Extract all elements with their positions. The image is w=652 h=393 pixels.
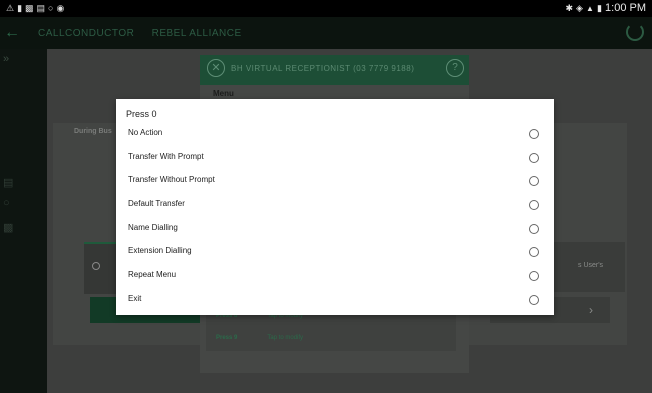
breadcrumb-item[interactable]: CALLCONDUCTOR: [38, 28, 134, 39]
option-default-transfer[interactable]: Default Transfer: [116, 194, 554, 217]
radio-button[interactable]: [529, 271, 539, 281]
clock: 1:00 PM: [605, 2, 646, 14]
back-arrow-icon[interactable]: ←: [4, 24, 20, 42]
menu-heading: Menu: [213, 89, 234, 98]
battery-icon: ▮: [597, 3, 602, 13]
background-radio: [92, 262, 100, 270]
press-row[interactable]: Press 9 Tap to modify: [216, 335, 303, 341]
radio-button[interactable]: [529, 129, 539, 139]
rail-icon-3[interactable]: ▩: [3, 221, 15, 234]
option-exit[interactable]: Exit: [116, 289, 554, 312]
radio-button[interactable]: [529, 247, 539, 257]
status-right: ✱ ◈ ▲ ▮ 1:00 PM: [565, 2, 646, 14]
wifi-icon: ◈: [576, 3, 583, 13]
option-transfer-with-prompt[interactable]: Transfer With Prompt: [116, 147, 554, 170]
rail-icon-2[interactable]: ○: [3, 197, 15, 209]
bluetooth-icon: ✱: [565, 3, 573, 13]
breadcrumb-item[interactable]: REBEL ALLIANCE: [152, 28, 242, 39]
refresh-icon[interactable]: [626, 23, 644, 41]
option-name-dialling[interactable]: Name Dialling: [116, 218, 554, 241]
press-key: Press 9: [216, 335, 238, 341]
press-action: Tap to modify: [267, 335, 304, 341]
breadcrumb: CALLCONDUCTOR REBEL ALLIANCE: [38, 28, 256, 39]
radio-button[interactable]: [529, 200, 539, 210]
option-label: Transfer With Prompt: [128, 152, 204, 161]
option-label: Name Dialling: [128, 223, 178, 232]
option-label: No Action: [128, 128, 163, 137]
status-bar: ⚠▮▩▤○◉ ✱ ◈ ▲ ▮ 1:00 PM: [0, 0, 652, 17]
close-icon[interactable]: ✕: [207, 59, 225, 77]
chevron-right-icon: ›: [589, 303, 593, 317]
radio-button[interactable]: [529, 224, 539, 234]
option-extension-dialling[interactable]: Extension Dialling: [116, 241, 554, 264]
receptionist-dialog-title: BH VIRTUAL RECEPTIONIST (03 7779 9188): [231, 64, 415, 73]
option-label: Exit: [128, 294, 142, 303]
status-left-icons: ⚠▮▩▤○◉: [6, 3, 68, 13]
radio-button[interactable]: [529, 153, 539, 163]
option-repeat-menu[interactable]: Repeat Menu: [116, 265, 554, 288]
section-label: During Bus: [74, 128, 112, 135]
option-no-action[interactable]: No Action: [116, 123, 554, 146]
option-label: Repeat Menu: [128, 270, 177, 279]
app-bar: ← CALLCONDUCTOR REBEL ALLIANCE: [0, 17, 652, 49]
side-rail: » ▤ ○ ▩: [0, 49, 47, 393]
radio-button[interactable]: [529, 176, 539, 186]
rail-icon-1[interactable]: ▤: [3, 176, 15, 189]
signal-icon: ▲: [586, 4, 594, 13]
option-label: Extension Dialling: [128, 246, 192, 255]
background-option-right-text: s User's: [578, 262, 604, 269]
option-label: Default Transfer: [128, 199, 185, 208]
help-icon[interactable]: ?: [446, 59, 464, 77]
option-transfer-without-prompt[interactable]: Transfer Without Prompt: [116, 170, 554, 193]
dialog-title: Press 0: [126, 109, 157, 119]
radio-button[interactable]: [529, 295, 539, 305]
option-label: Transfer Without Prompt: [128, 175, 215, 184]
menu-icon[interactable]: »: [3, 53, 15, 65]
